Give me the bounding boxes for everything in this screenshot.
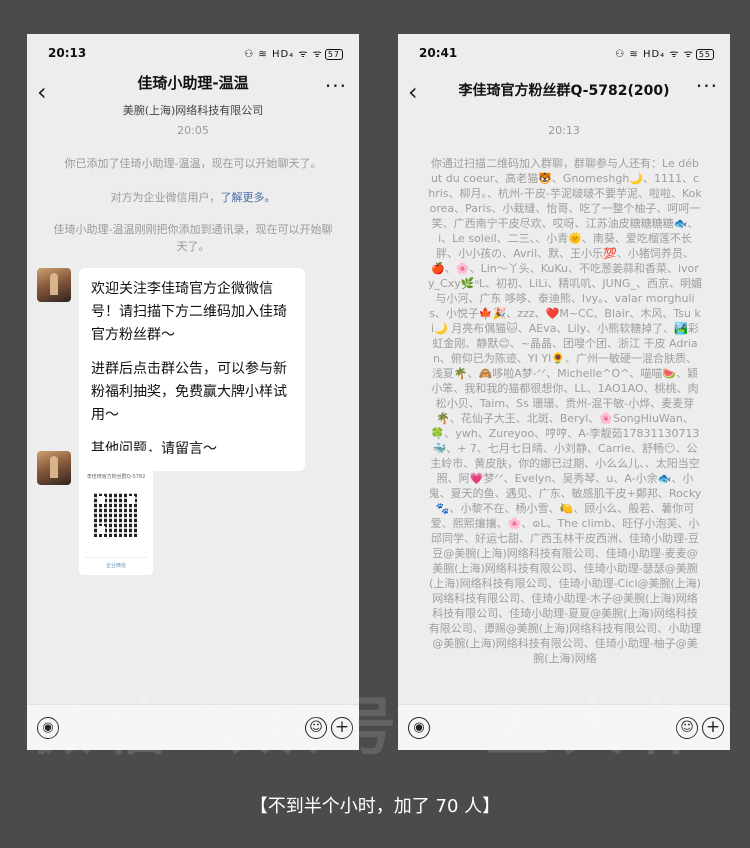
join-group-system-message: 你通过扫描二维码加入群聊，群聊参与人还有：Le début du coeur、高… — [428, 157, 702, 665]
message-paragraph: 欢迎关注李佳琦官方企微微信号！请扫描下方二维码加入佳琦官方粉丝群～ — [91, 281, 287, 343]
qr-code-pattern — [94, 493, 138, 537]
status-icons: ⚇ ≋ HD₄ ᯤ ᯤ 57 — [244, 46, 343, 60]
right-chat-screen: 20:41 ⚇ ≋ HD₄ ᯤ ᯤ 55 ‹ 李佳琦官方粉丝群Q-5782(200… — [398, 34, 730, 750]
input-bar: ◉ ☺ + — [398, 704, 730, 750]
avatar[interactable] — [37, 268, 71, 302]
status-icons: ⚇ ≋ HD₄ ᯤ ᯤ 55 — [615, 46, 714, 60]
chat-subtitle: 美腕(上海)网络科技有限公司 — [122, 104, 264, 117]
voice-icon[interactable]: ◉ — [37, 717, 59, 739]
qr-code-card[interactable]: 李佳琦官方粉丝群Q-5782 企业微信 — [79, 451, 153, 575]
message-paragraph: 进群后点击群公告，可以参与新粉福利抽奖，免费赢大牌小样试用～ — [91, 361, 287, 423]
left-chat-screen: 20:13 ⚇ ≋ HD₄ ᯤ ᯤ 57 ‹ 佳琦小助理-温温 美腕(上海)网络科… — [27, 34, 359, 750]
qr-card-title: 李佳琦官方粉丝群Q-5782 — [86, 474, 146, 480]
battery-icon: 55 — [695, 49, 714, 60]
caption: 【不到半个小时，加了 70 人】 — [249, 796, 501, 817]
status-time: 20:41 — [419, 46, 458, 60]
emoji-icon[interactable]: ☺ — [305, 717, 327, 739]
timestamp: 20:13 — [548, 124, 580, 137]
qr-card-footer: 企业微信 — [85, 557, 147, 569]
status-time: 20:13 — [48, 46, 87, 60]
emoji-icon[interactable]: ☺ — [676, 717, 698, 739]
status-bar: 20:41 ⚇ ≋ HD₄ ᯤ ᯤ 55 — [398, 34, 730, 72]
more-options-icon[interactable]: ··· — [325, 74, 347, 98]
system-message-contact: 佳琦小助理-温温刚刚把你添加到通讯录，现在可以开始聊天了。 — [53, 223, 333, 253]
more-options-icon[interactable]: ··· — [696, 74, 718, 98]
plus-icon[interactable]: + — [702, 717, 724, 739]
status-bar: 20:13 ⚇ ≋ HD₄ ᯤ ᯤ 57 — [27, 34, 359, 72]
learn-more-link[interactable]: 了解更多。 — [221, 191, 276, 204]
system-message-enterprise: 对方为企业微信用户，了解更多。 — [110, 191, 276, 204]
timestamp: 20:05 — [177, 124, 209, 137]
input-bar: ◉ ☺ + — [27, 704, 359, 750]
message-bubble[interactable]: 欢迎关注李佳琦官方企微微信号！请扫描下方二维码加入佳琦官方粉丝群～ 进群后点击群… — [79, 268, 305, 471]
avatar[interactable] — [37, 451, 71, 485]
voice-icon[interactable]: ◉ — [408, 717, 430, 739]
battery-icon: 57 — [324, 49, 343, 60]
chat-title: 佳琦小助理-温温 — [137, 74, 249, 92]
system-message-added: 你已添加了佳琦小助理-温温，现在可以开始聊天了。 — [64, 157, 322, 170]
plus-icon[interactable]: + — [331, 717, 353, 739]
group-chat-title: 李佳琦官方粉丝群Q-5782(200) — [458, 83, 670, 99]
